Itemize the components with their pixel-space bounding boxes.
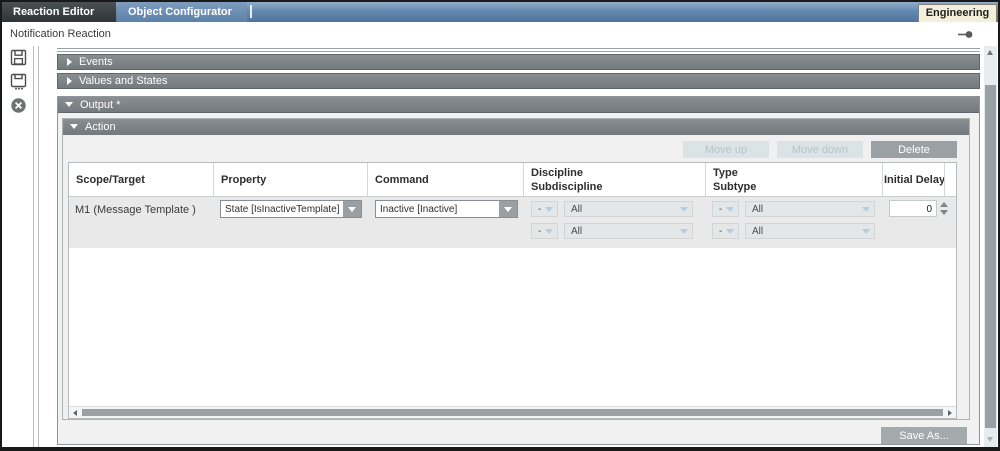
subdiscipline-operator-dropdown[interactable]: - <box>531 223 558 239</box>
tab-object-configurator[interactable]: Object Configurator <box>117 2 247 22</box>
row-line-1: M1 (Message Template ) State [IsInactive… <box>69 200 956 220</box>
title-bar: Notification Reaction <box>2 22 998 46</box>
vertical-scroll-thumb[interactable] <box>985 85 996 428</box>
section-output-label: Output * <box>80 99 120 111</box>
dropdown-arrow-icon <box>858 202 874 216</box>
dropdown-arrow-icon <box>858 224 874 238</box>
dropdown-arrow-icon <box>722 202 738 216</box>
pin-icon[interactable] <box>958 30 973 39</box>
discipline-dropdown[interactable]: All <box>564 201 693 217</box>
section-values-label: Values and States <box>79 75 167 87</box>
column-header-property: Property <box>214 163 368 196</box>
tab-engineering[interactable]: Engineering <box>918 4 997 22</box>
action-body: Move up Move down Delete Scope/Target Pr… <box>63 135 969 419</box>
dropdown-arrow-icon <box>541 224 557 238</box>
vertical-scrollbar[interactable] <box>984 46 997 447</box>
subtype-operator-dropdown[interactable]: - <box>712 223 739 239</box>
column-header-scope-target: Scope/Target <box>69 163 214 196</box>
spinner-down-icon[interactable] <box>940 210 948 215</box>
splitter-line[interactable] <box>38 46 39 447</box>
save-as-button[interactable]: Save As... <box>881 427 967 444</box>
scope-target-value: M1 (Message Template ) <box>75 204 196 216</box>
dropdown-arrow-icon[interactable] <box>342 201 361 217</box>
subdiscipline-dropdown[interactable]: All <box>564 223 693 239</box>
delete-button[interactable]: Delete <box>871 141 957 158</box>
save-as-row: Save As... <box>62 427 970 444</box>
actions-table: Scope/Target Property Command Discipline <box>68 162 957 419</box>
chevron-right-icon <box>67 77 72 85</box>
close-icon[interactable] <box>10 97 27 114</box>
save-icon[interactable] <box>10 49 27 66</box>
page-title: Notification Reaction <box>10 28 111 40</box>
property-dropdown[interactable]: State [IsInactiveTemplate] <box>220 200 362 218</box>
column-header-stub <box>945 163 956 196</box>
tab-reaction-editor[interactable]: Reaction Editor <box>2 2 116 22</box>
section-events-label: Events <box>79 56 113 68</box>
section-action-label: Action <box>85 121 116 133</box>
dropdown-arrow-icon <box>676 224 692 238</box>
column-header-discipline: Discipline Subdiscipline <box>524 163 706 196</box>
horizontal-scrollbar[interactable] <box>69 406 956 418</box>
save-as-icon[interactable] <box>10 73 27 90</box>
scroll-right-icon[interactable] <box>948 410 952 416</box>
output-section: Output * Action Move up Move down Delete <box>57 96 980 445</box>
dropdown-arrow-icon <box>722 224 738 238</box>
type-dropdown[interactable]: All <box>745 201 875 217</box>
reaction-editor-window: Reaction Editor Object Configurator Engi… <box>0 0 1000 451</box>
chevron-down-icon <box>65 102 73 107</box>
discipline-operator-dropdown[interactable]: - <box>531 201 558 217</box>
output-body: Action Move up Move down Delete Scope/Ta… <box>58 113 979 444</box>
splitter-line[interactable] <box>33 46 34 447</box>
column-header-initial-delay: Initial Delay <box>883 163 945 196</box>
content-panel: Events Values and States Output * Action <box>40 46 982 447</box>
table-row: M1 (Message Template ) State [IsInactive… <box>69 197 956 248</box>
move-up-button[interactable]: Move up <box>683 141 769 158</box>
section-gap <box>57 89 980 96</box>
action-button-row: Move up Move down Delete <box>68 141 957 158</box>
chevron-down-icon <box>70 124 78 129</box>
initial-delay-stepper[interactable] <box>940 202 948 215</box>
column-header-command: Command <box>368 163 524 196</box>
action-section: Action Move up Move down Delete Scope/Ta… <box>62 118 970 420</box>
section-events[interactable]: Events <box>57 54 980 70</box>
table-header-row: Scope/Target Property Command Discipline <box>69 163 956 197</box>
dropdown-arrow-icon[interactable] <box>498 201 517 217</box>
horizontal-scroll-thumb[interactable] <box>82 409 943 416</box>
left-toolbar <box>2 46 33 447</box>
dropdown-arrow-icon <box>676 202 692 216</box>
scroll-left-icon[interactable] <box>73 410 77 416</box>
command-value: Inactive [Inactive] <box>376 201 498 217</box>
column-header-type: Type Subtype <box>706 163 883 196</box>
move-down-button[interactable]: Move down <box>777 141 863 158</box>
section-action-header[interactable]: Action <box>63 119 969 135</box>
command-dropdown[interactable]: Inactive [Inactive] <box>375 200 518 218</box>
initial-delay-input[interactable]: 0 <box>889 200 937 217</box>
tab-separator <box>250 5 252 18</box>
subtype-dropdown[interactable]: All <box>745 223 875 239</box>
property-value: State [IsInactiveTemplate] <box>221 201 342 217</box>
scroll-down-icon[interactable] <box>987 437 993 442</box>
type-operator-dropdown[interactable]: - <box>712 201 739 217</box>
scroll-up-icon[interactable] <box>987 50 993 55</box>
dropdown-arrow-icon <box>541 202 557 216</box>
section-values-and-states[interactable]: Values and States <box>57 73 980 89</box>
row-line-2: - All - <box>69 222 956 242</box>
panel-top-edge <box>57 48 980 52</box>
tab-bar: Reaction Editor Object Configurator Engi… <box>2 2 998 22</box>
section-output-header[interactable]: Output * <box>58 97 979 113</box>
spinner-up-icon[interactable] <box>940 202 948 207</box>
chevron-right-icon <box>67 58 72 66</box>
